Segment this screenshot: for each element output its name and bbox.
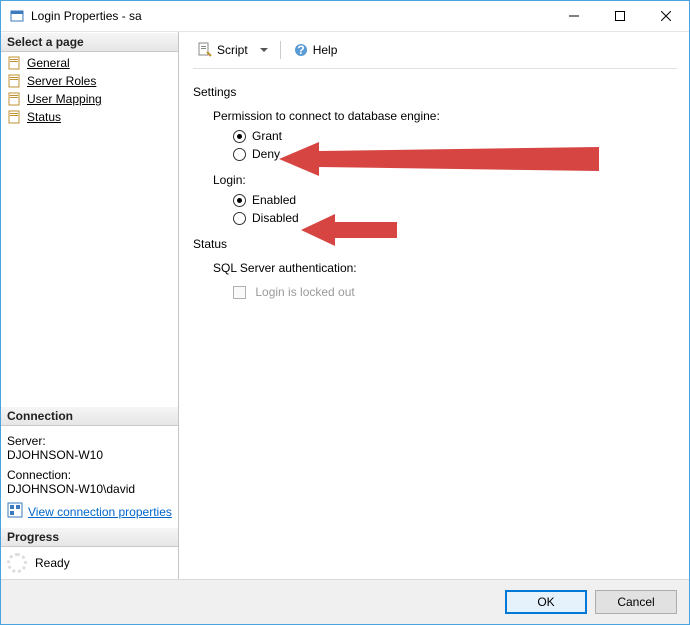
radio-icon [233,212,246,225]
page-item-user-mapping[interactable]: User Mapping [1,90,178,108]
ok-button[interactable]: OK [505,590,587,614]
view-connection-properties-link[interactable]: View connection properties [7,502,172,521]
progress-header: Progress [1,527,178,547]
page-item-general[interactable]: General [1,54,178,72]
status-group-label: Status [193,237,677,251]
select-page-header: Select a page [1,32,178,52]
radio-icon [233,148,246,161]
permission-deny-radio[interactable]: Deny [233,147,677,161]
server-label: Server: [7,434,172,448]
login-label: Login: [213,173,677,187]
sql-auth-label: SQL Server authentication: [213,261,677,275]
connection-label: Connection: [7,468,172,482]
titlebar[interactable]: Login Properties - sa [1,1,689,32]
radio-icon [233,194,246,207]
progress-block: Ready [1,547,178,579]
script-button[interactable]: Script [193,40,252,60]
page-item-server-roles[interactable]: Server Roles [1,72,178,90]
main-panel: Script ? Help Settings Permission to con… [179,32,689,305]
properties-icon [7,502,23,521]
connection-value: DJOHNSON-W10\david [7,482,172,496]
login-locked-out-checkbox: Login is locked out [233,285,677,299]
connection-info: Server: DJOHNSON-W10 Connection: DJOHNSO… [1,426,178,527]
server-value: DJOHNSON-W10 [7,448,172,462]
window-title: Login Properties - sa [31,9,551,23]
login-properties-dialog: Login Properties - sa Select a page Gene… [0,0,690,625]
page-item-status[interactable]: Status [1,108,178,126]
checkbox-icon [233,286,246,299]
permission-grant-radio[interactable]: Grant [233,129,677,143]
page-icon [7,91,23,107]
login-disabled-radio[interactable]: Disabled [233,211,677,225]
toolbar: Script ? Help [193,40,677,69]
page-icon [7,109,23,125]
progress-spinner-icon [7,553,27,573]
maximize-button[interactable] [597,1,643,31]
connection-header: Connection [1,406,178,426]
settings-group-label: Settings [193,85,677,99]
help-button[interactable]: ? Help [289,40,342,60]
page-icon [7,73,23,89]
minimize-button[interactable] [551,1,597,31]
svg-text:?: ? [297,43,304,57]
dialog-button-bar: OK Cancel [1,579,689,624]
progress-status: Ready [35,556,70,570]
permission-label: Permission to connect to database engine… [213,109,677,123]
page-icon [7,55,23,71]
radio-icon [233,130,246,143]
login-enabled-radio[interactable]: Enabled [233,193,677,207]
cancel-button[interactable]: Cancel [595,590,677,614]
toolbar-separator [280,41,281,59]
script-icon [197,42,213,58]
script-dropdown-icon[interactable] [260,48,268,52]
close-button[interactable] [643,1,689,31]
help-icon: ? [293,42,309,58]
sidebar: Select a page General Server Roles User … [1,32,179,579]
window-icon [9,8,25,24]
